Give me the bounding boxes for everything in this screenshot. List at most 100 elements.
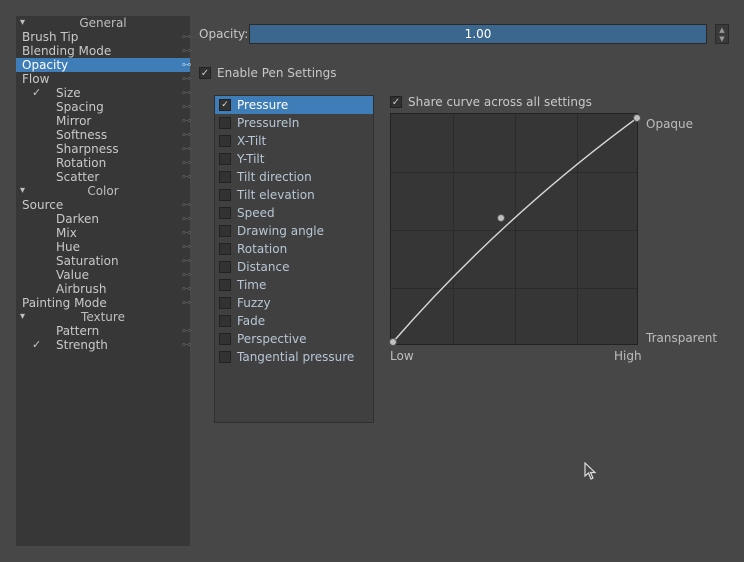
lock-knob-icon[interactable]: ⧟ — [182, 117, 188, 125]
sensor-checkbox[interactable] — [219, 243, 231, 255]
brush-settings-sidebar: ▾GeneralBrush Tip⧟Blending Mode⧟Opacity⧟… — [16, 16, 190, 546]
curve-handle-start[interactable] — [389, 338, 397, 346]
sensor-item-tilt-direction[interactable]: Tilt direction — [215, 168, 373, 186]
lock-knob-icon[interactable]: ⧟ — [182, 229, 188, 237]
lock-knob-icon[interactable]: ⧟ — [182, 145, 188, 153]
item-check-icon: ✓ — [32, 338, 44, 352]
curve-path[interactable] — [391, 114, 639, 346]
sensor-item-perspective[interactable]: Perspective — [215, 330, 373, 348]
sidebar-item-sharpness[interactable]: Sharpness ⧟ — [16, 142, 190, 156]
sensor-item-rotation[interactable]: Rotation — [215, 240, 373, 258]
lock-knob-icon[interactable]: ⧟ — [182, 271, 188, 279]
group-header-color[interactable]: ▾Color — [16, 184, 190, 198]
sensor-item-time[interactable]: Time — [215, 276, 373, 294]
sensor-checkbox[interactable] — [219, 135, 231, 147]
lock-knob-icon[interactable]: ⧟ — [182, 131, 188, 139]
sensor-checkbox[interactable] — [219, 315, 231, 327]
lock-knob-icon[interactable]: ⧟ — [182, 257, 188, 265]
opacity-spinner[interactable]: ▲ ▼ — [715, 24, 729, 44]
spinner-down-icon[interactable]: ▼ — [716, 34, 728, 43]
sidebar-item-strength[interactable]: ✓Strength⧟ — [16, 338, 190, 352]
sensor-checkbox[interactable]: ✓ — [219, 99, 231, 111]
sidebar-item-saturation[interactable]: Saturation⧟ — [16, 254, 190, 268]
sidebar-item-rotation[interactable]: Rotation ⧟ — [16, 156, 190, 170]
enable-pen-checkbox[interactable]: ✓ — [199, 67, 211, 79]
sidebar-item-opacity[interactable]: Opacity⧟ — [16, 58, 190, 72]
lock-knob-icon[interactable]: ⧟ — [182, 173, 188, 181]
sidebar-item-brush-tip[interactable]: Brush Tip⧟ — [16, 30, 190, 44]
item-label: Scatter — [20, 170, 99, 184]
lock-knob-icon[interactable]: ⧟ — [182, 243, 188, 251]
sensor-checkbox[interactable] — [219, 171, 231, 183]
opacity-slider[interactable]: 1.00 — [249, 24, 707, 44]
sensor-label: Time — [237, 278, 266, 292]
sensor-label: Speed — [237, 206, 275, 220]
sensor-checkbox[interactable] — [219, 297, 231, 309]
curve-handle-mid[interactable] — [497, 214, 505, 222]
lock-knob-icon[interactable]: ⧟ — [182, 61, 188, 69]
sidebar-item-hue[interactable]: Hue⧟ — [16, 240, 190, 254]
lock-knob-icon[interactable]: ⧟ — [182, 159, 188, 167]
lock-knob-icon[interactable]: ⧟ — [182, 75, 188, 83]
sensor-item-drawing-angle[interactable]: Drawing angle — [215, 222, 373, 240]
item-label: Rotation — [20, 156, 106, 170]
group-header-general[interactable]: ▾General — [16, 16, 190, 30]
sidebar-item-source[interactable]: Source⧟ — [16, 198, 190, 212]
sensor-checkbox[interactable] — [219, 261, 231, 273]
sidebar-item-pattern[interactable]: Pattern⧟ — [16, 324, 190, 338]
sidebar-item-flow[interactable]: Flow ⧟ — [16, 72, 190, 86]
sensor-item-pressurein[interactable]: PressureIn — [215, 114, 373, 132]
sensor-checkbox[interactable] — [219, 117, 231, 129]
item-label: Flow — [20, 72, 49, 86]
curve-editor[interactable] — [390, 113, 638, 345]
share-curve-checkbox[interactable]: ✓ — [390, 96, 402, 108]
lock-knob-icon[interactable]: ⧟ — [182, 285, 188, 293]
sensor-item-tangential-pressure[interactable]: Tangential pressure — [215, 348, 373, 366]
sensor-label: Tilt direction — [237, 170, 312, 184]
sensor-label: Tangential pressure — [237, 350, 354, 364]
sensor-item-fade[interactable]: Fade — [215, 312, 373, 330]
sidebar-item-blending-mode[interactable]: Blending Mode⧟ — [16, 44, 190, 58]
sensor-item-fuzzy[interactable]: Fuzzy — [215, 294, 373, 312]
lock-knob-icon[interactable]: ⧟ — [182, 47, 188, 55]
sensor-item-y-tilt[interactable]: Y-Tilt — [215, 150, 373, 168]
sidebar-item-value[interactable]: Value⧟ — [16, 268, 190, 282]
sensor-item-speed[interactable]: Speed — [215, 204, 373, 222]
sensor-checkbox[interactable] — [219, 351, 231, 363]
enable-pen-row: ✓ Enable Pen Settings — [199, 66, 729, 80]
lock-knob-icon[interactable]: ⧟ — [182, 215, 188, 223]
lock-knob-icon[interactable]: ⧟ — [182, 327, 188, 335]
sidebar-item-softness[interactable]: Softness⧟ — [16, 128, 190, 142]
curve-handle-end[interactable] — [633, 114, 641, 122]
sensor-checkbox[interactable] — [219, 153, 231, 165]
group-header-texture[interactable]: ▾Texture — [16, 310, 190, 324]
lock-knob-icon[interactable]: ⧟ — [182, 33, 188, 41]
sensor-checkbox[interactable] — [219, 189, 231, 201]
sensor-item-tilt-elevation[interactable]: Tilt elevation — [215, 186, 373, 204]
sidebar-item-mirror[interactable]: Mirror⧟ — [16, 114, 190, 128]
sidebar-item-scatter[interactable]: Scatter ⧟ — [16, 170, 190, 184]
lock-knob-icon[interactable]: ⧟ — [182, 89, 188, 97]
sidebar-item-darken[interactable]: Darken⧟ — [16, 212, 190, 226]
lock-knob-icon[interactable]: ⧟ — [182, 299, 188, 307]
lock-knob-icon[interactable]: ⧟ — [182, 103, 188, 111]
sensor-item-x-tilt[interactable]: X-Tilt — [215, 132, 373, 150]
sidebar-item-mix[interactable]: Mix⧟ — [16, 226, 190, 240]
lock-knob-icon[interactable]: ⧟ — [182, 201, 188, 209]
sensor-checkbox[interactable] — [219, 333, 231, 345]
curve-wrap: Opaque Transparent Low High — [390, 113, 722, 357]
sidebar-item-airbrush[interactable]: Airbrush⧟ — [16, 282, 190, 296]
item-label: Sharpness — [20, 142, 119, 156]
sensor-list[interactable]: ✓PressurePressureInX-TiltY-Tilt Tilt dire… — [214, 95, 374, 423]
sensor-checkbox[interactable] — [219, 279, 231, 291]
spinner-up-icon[interactable]: ▲ — [716, 25, 728, 34]
sensor-checkbox[interactable] — [219, 207, 231, 219]
sidebar-item-size[interactable]: ✓Size⧟ — [16, 86, 190, 100]
sensor-label: Rotation — [237, 242, 287, 256]
lock-knob-icon[interactable]: ⧟ — [182, 341, 188, 349]
sensor-checkbox[interactable] — [219, 225, 231, 237]
sidebar-item-painting-mode[interactable]: Painting Mode⧟ — [16, 296, 190, 310]
sidebar-item-spacing[interactable]: Spacing⧟ — [16, 100, 190, 114]
sensor-item-distance[interactable]: Distance — [215, 258, 373, 276]
sensor-item-pressure[interactable]: ✓Pressure — [215, 96, 373, 114]
